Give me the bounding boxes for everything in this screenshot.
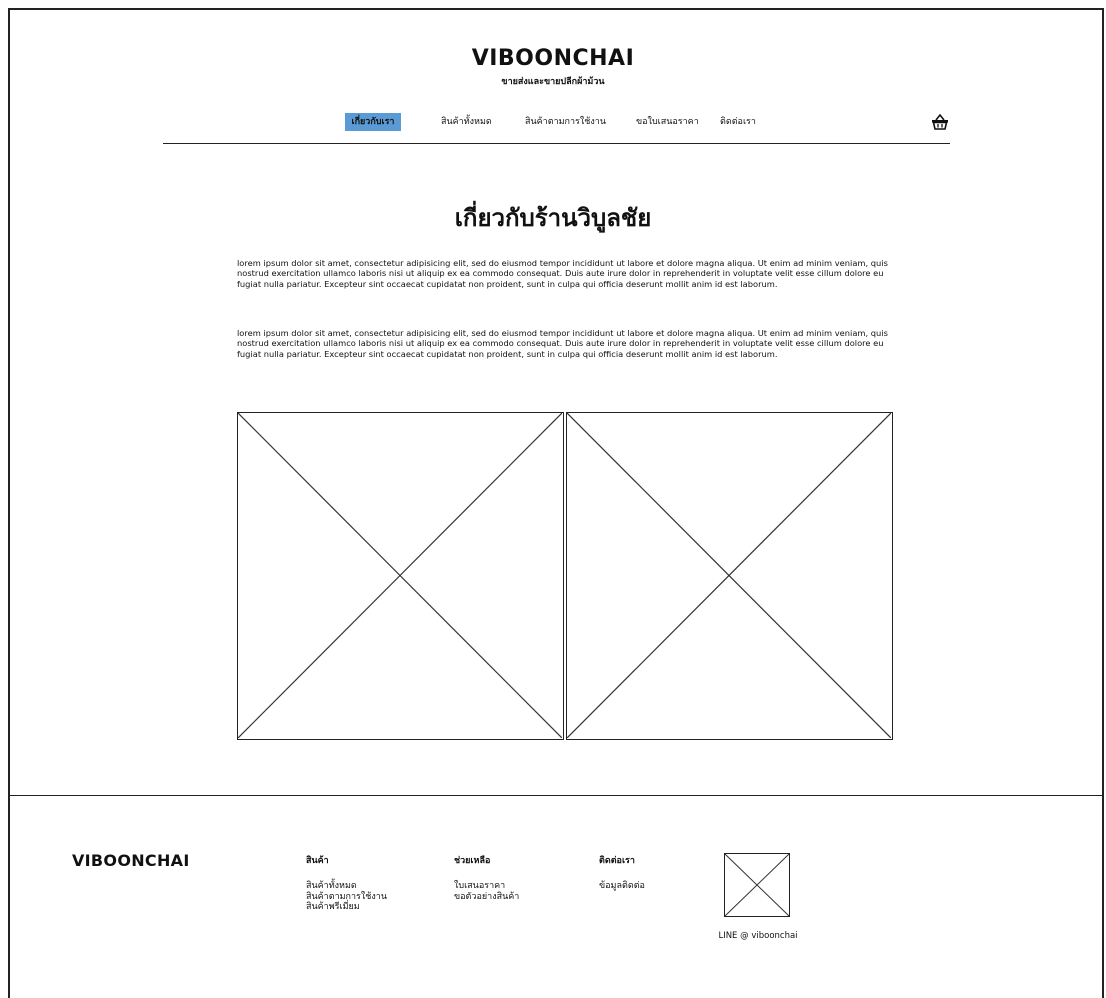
nav-item-about[interactable]: เกี่ยวกับเรา — [345, 113, 401, 131]
about-paragraph: lorem ipsum dolor sit amet, consectetur … — [237, 328, 888, 359]
footer-column-title: สินค้า — [306, 856, 329, 866]
footer-logo[interactable]: VIBOONCHAI — [72, 851, 190, 870]
line-qr-placeholder[interactable] — [724, 853, 790, 917]
footer-link-request-sample[interactable]: ขอตัวอย่างสินค้า — [454, 892, 519, 903]
basket-icon[interactable] — [930, 113, 950, 131]
site-logo[interactable]: VIBOONCHAI — [0, 46, 1106, 71]
footer-divider — [10, 795, 1104, 796]
footer-link-products-by-usage[interactable]: สินค้าตามการใช้งาน — [306, 892, 387, 903]
line-id-caption: LINE @ viboonchai — [718, 931, 798, 941]
image-placeholder — [566, 412, 893, 740]
header-divider — [163, 143, 950, 144]
footer-link-contact-info[interactable]: ข้อมูลติดต่อ — [599, 881, 645, 892]
nav-item-request-quote[interactable]: ขอใบเสนอราคา — [636, 113, 699, 131]
site-tagline: ขายส่งและขายปลีกผ้าม้วน — [501, 77, 605, 87]
nav-item-contact[interactable]: ติดต่อเรา — [720, 113, 756, 131]
footer-link-all-products[interactable]: สินค้าทั้งหมด — [306, 881, 387, 892]
footer-link-premium-products[interactable]: สินค้าพรีเมี่ยม — [306, 902, 387, 913]
footer-link-quote[interactable]: ใบเสนอราคา — [454, 881, 519, 892]
image-placeholder — [237, 412, 564, 740]
nav-item-all-products[interactable]: สินค้าทั้งหมด — [441, 113, 492, 131]
footer-column-contact: ติดต่อเรา ข้อมูลติดต่อ — [599, 853, 645, 892]
footer-column-title: ติดต่อเรา — [599, 856, 635, 866]
footer-column-products: สินค้า สินค้าทั้งหมด สินค้าตามการใช้งาน … — [306, 853, 387, 913]
page-title: เกี่ยวกับร้านวิบูลชัย — [454, 204, 652, 232]
footer-column-help: ช่วยเหลือ ใบเสนอราคา ขอตัวอย่างสินค้า — [454, 853, 519, 902]
nav-item-products-by-usage[interactable]: สินค้าตามการใช้งาน — [525, 113, 606, 131]
about-paragraph: lorem ipsum dolor sit amet, consectetur … — [237, 258, 888, 289]
footer-column-title: ช่วยเหลือ — [454, 856, 491, 866]
